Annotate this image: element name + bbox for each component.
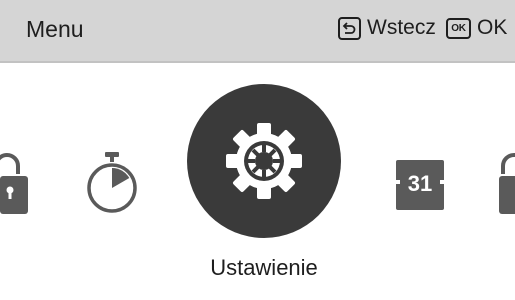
back-key-icon <box>338 16 361 40</box>
lock-icon[interactable] <box>0 150 34 216</box>
back-label: Wstecz <box>367 16 436 39</box>
ok-hint[interactable]: OK OK <box>446 16 507 40</box>
menu-screen: Menu Wstecz OK OK Ustawienie 31 <box>0 0 515 300</box>
lock-icon[interactable] <box>497 150 515 216</box>
ok-label: OK <box>477 16 508 39</box>
page-title: Menu <box>26 16 84 42</box>
back-hint[interactable]: Wstecz <box>338 16 436 40</box>
calendar-day-number: 31 <box>407 171 433 196</box>
timer-icon[interactable] <box>85 151 139 215</box>
header-bar: Menu Wstecz OK OK <box>0 0 515 63</box>
selected-item-label: Ustawienie <box>210 255 318 280</box>
ok-key-icon: OK <box>446 17 471 39</box>
gear-icon <box>226 123 302 199</box>
